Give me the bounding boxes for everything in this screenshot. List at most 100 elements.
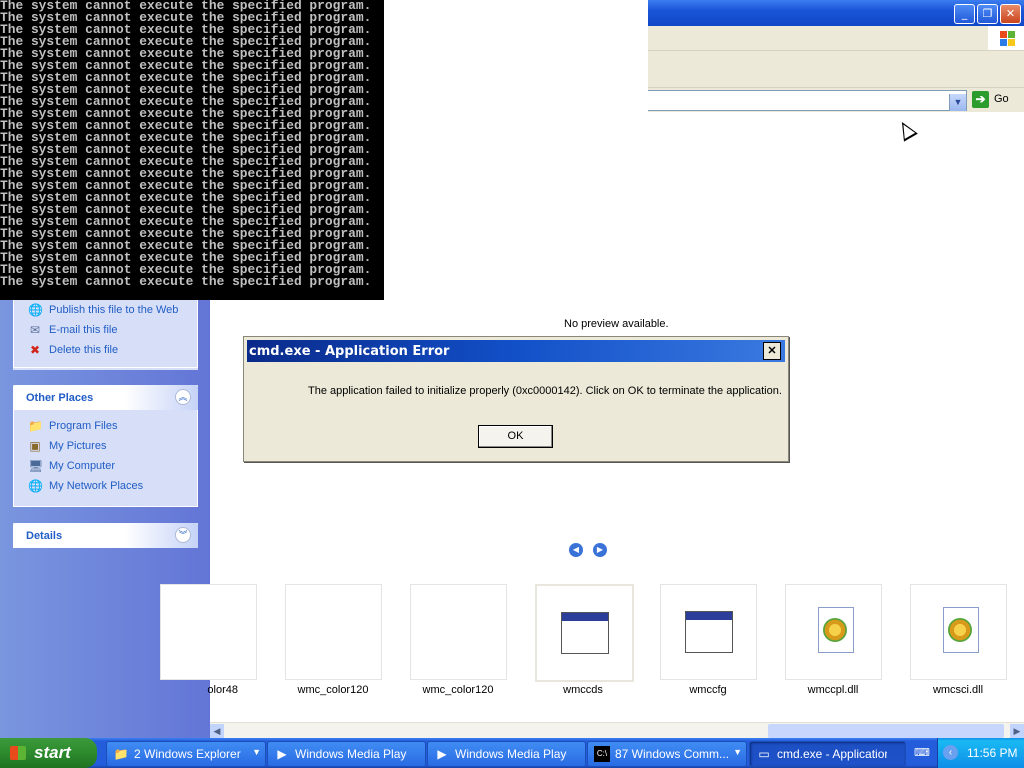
start-label: start bbox=[34, 743, 71, 762]
filmstrip-thumbnail[interactable] bbox=[285, 584, 382, 680]
filmstrip: olor48 wmc_color120 wmc_color120 wmccds wmcc… bbox=[160, 578, 1024, 722]
minimize-button[interactable]: _ bbox=[954, 4, 975, 24]
other-places-header[interactable]: Other Places ︽ bbox=[13, 385, 198, 410]
previous-image-icon[interactable]: ◀ bbox=[569, 543, 583, 557]
console-line: The system cannot execute the specified … bbox=[0, 274, 372, 289]
task-link[interactable]: 🌐 My Network Places bbox=[14, 476, 197, 496]
filmstrip-label[interactable]: wmc_color120 bbox=[273, 684, 393, 696]
other-places-title: Other Places bbox=[26, 392, 94, 404]
task-link[interactable]: ✖ Delete this file bbox=[14, 340, 197, 360]
dialog-close-button[interactable]: ✕ bbox=[763, 342, 781, 360]
task-link[interactable]: 🌐 Publish this file to the Web bbox=[14, 300, 197, 320]
file-tasks-list: 🌐 Publish this file to the Web ✉ E-mail thi… bbox=[13, 290, 198, 368]
task-link-label: My Computer bbox=[49, 460, 116, 472]
filmstrip-label[interactable]: wmccpl.dll bbox=[773, 684, 893, 696]
dll-file-icon bbox=[943, 607, 979, 653]
go-button[interactable]: ➔ Go bbox=[972, 91, 1022, 109]
details-title: Details bbox=[26, 530, 63, 542]
network-icon: 🌐 bbox=[28, 479, 43, 493]
no-preview-text: No preview available. bbox=[564, 318, 669, 330]
details-header[interactable]: Details ︾ bbox=[13, 523, 198, 548]
next-image-icon[interactable]: ▶ bbox=[593, 543, 607, 557]
start-button[interactable]: start bbox=[0, 738, 97, 768]
other-places-list: 📁 Program Files ▣ My Pictures 🖥 My Computer 🌐 M… bbox=[13, 410, 198, 507]
delete-icon: ✖ bbox=[29, 343, 41, 357]
globe-icon: 🌐 bbox=[28, 303, 43, 317]
keyboard-icon[interactable]: ⌨ bbox=[914, 747, 930, 759]
media-player-icon: ▶ bbox=[277, 747, 287, 761]
dialog-title: cmd.exe - Application Error bbox=[249, 344, 450, 359]
task-link-label: Publish this file to the Web bbox=[49, 304, 179, 316]
restore-button[interactable]: ❐ bbox=[977, 4, 998, 24]
show-hidden-icons-icon[interactable]: ‹ bbox=[943, 745, 958, 760]
clock[interactable]: 11:56 PM bbox=[967, 746, 1017, 760]
taskbar-button-label: 87 Windows Comm... bbox=[615, 747, 728, 761]
scrollbar-thumb[interactable] bbox=[768, 724, 1004, 738]
window-icon: ▭ bbox=[758, 747, 770, 761]
taskbar-button[interactable]: ▭ cmd.exe - Application... bbox=[749, 741, 906, 767]
filmstrip-thumbnail[interactable] bbox=[535, 584, 634, 682]
application-icon bbox=[561, 612, 609, 654]
task-link[interactable]: 🖥 My Computer bbox=[14, 456, 197, 476]
system-tray: ‹ 11:56 PM bbox=[937, 738, 1024, 768]
taskbar-button[interactable]: 📁 2 Windows Explorer ▼ bbox=[106, 741, 266, 767]
filmstrip-label[interactable]: olor48 bbox=[118, 684, 238, 696]
windows-logo-icon bbox=[988, 26, 1024, 50]
taskbar: start 📁 2 Windows Explorer ▼ ▶ Windows Media… bbox=[0, 738, 1024, 768]
taskbar-button[interactable]: ▶ Windows Media Player bbox=[267, 741, 426, 767]
explorer-titlebar[interactable]: _ ❐ ✕ bbox=[648, 0, 1024, 26]
media-player-icon: ▶ bbox=[437, 747, 447, 761]
pictures-icon: ▣ bbox=[29, 439, 41, 453]
go-arrow-icon: ➔ bbox=[972, 91, 989, 108]
address-bar: ▼ ➔ Go bbox=[648, 88, 1024, 112]
taskbar-button-label: Windows Media Player bbox=[455, 747, 567, 761]
filmstrip-thumbnail[interactable] bbox=[660, 584, 757, 680]
filmstrip-thumbnail[interactable] bbox=[410, 584, 507, 680]
taskbar-button[interactable]: ▶ Windows Media Player bbox=[427, 741, 586, 767]
email-icon: ✉ bbox=[29, 323, 41, 337]
taskbar-button-label: 2 Windows Explorer bbox=[134, 747, 241, 761]
expand-chevron-icon[interactable]: ︾ bbox=[175, 527, 191, 543]
scroll-right-icon[interactable]: ▶ bbox=[1010, 724, 1024, 738]
group-dropdown-icon: ▼ bbox=[252, 747, 261, 757]
task-link[interactable]: ✉ E-mail this file bbox=[14, 320, 197, 340]
filmstrip-thumbnail[interactable] bbox=[910, 584, 1007, 680]
group-dropdown-icon: ▼ bbox=[733, 747, 742, 757]
windows-flag-icon bbox=[10, 746, 26, 760]
filmstrip-thumbnail[interactable] bbox=[785, 584, 882, 680]
address-dropdown-icon[interactable]: ▼ bbox=[949, 94, 966, 111]
close-button[interactable]: ✕ bbox=[1000, 4, 1021, 24]
dialog-message: The application failed to initialize pro… bbox=[308, 385, 782, 397]
task-link-label: My Network Places bbox=[49, 480, 144, 492]
filmstrip-thumbnail[interactable] bbox=[160, 584, 257, 680]
filmstrip-label[interactable]: wmcsci.dll bbox=[898, 684, 1018, 696]
go-label: Go bbox=[994, 93, 1009, 105]
horizontal-scrollbar[interactable]: ◀ ▶ bbox=[210, 722, 1024, 739]
console-window[interactable]: The system cannot execute the specified … bbox=[0, 0, 384, 300]
task-link-label: My Pictures bbox=[49, 440, 107, 452]
task-link-label: E-mail this file bbox=[49, 324, 118, 336]
application-icon bbox=[685, 611, 733, 653]
dialog-titlebar[interactable]: cmd.exe - Application Error ✕ bbox=[247, 340, 785, 362]
filmstrip-label[interactable]: wmc_color120 bbox=[398, 684, 518, 696]
task-link-label: Program Files bbox=[49, 420, 118, 432]
task-link[interactable]: ▣ My Pictures bbox=[14, 436, 197, 456]
error-dialog: cmd.exe - Application Error ✕ The applic… bbox=[243, 336, 789, 462]
collapse-chevron-icon[interactable]: ︽ bbox=[175, 389, 191, 405]
taskbar-button[interactable]: C:\ 87 Windows Comm... ▼ bbox=[587, 741, 747, 767]
folder-icon: 📁 bbox=[113, 747, 129, 761]
taskbar-button-label: cmd.exe - Application... bbox=[777, 747, 887, 761]
address-input[interactable]: ▼ bbox=[648, 90, 967, 111]
scroll-left-icon[interactable]: ◀ bbox=[210, 724, 224, 738]
dll-file-icon bbox=[818, 607, 854, 653]
filmstrip-label[interactable]: wmccds bbox=[523, 684, 643, 696]
filmstrip-label[interactable]: wmccfg bbox=[648, 684, 768, 696]
ok-button[interactable]: OK bbox=[478, 425, 553, 448]
task-link[interactable]: 📁 Program Files bbox=[14, 416, 197, 436]
taskbar-button-label: Windows Media Player bbox=[295, 747, 407, 761]
other-places-panel: Other Places ︽ 📁 Program Files ▣ My Picture… bbox=[13, 385, 198, 507]
folder-icon: 📁 bbox=[28, 419, 43, 433]
file-tasks-panel: 🌐 Publish this file to the Web ✉ E-mail thi… bbox=[13, 290, 198, 370]
menu-bar bbox=[648, 26, 1024, 51]
computer-icon: 🖥 bbox=[28, 459, 44, 473]
